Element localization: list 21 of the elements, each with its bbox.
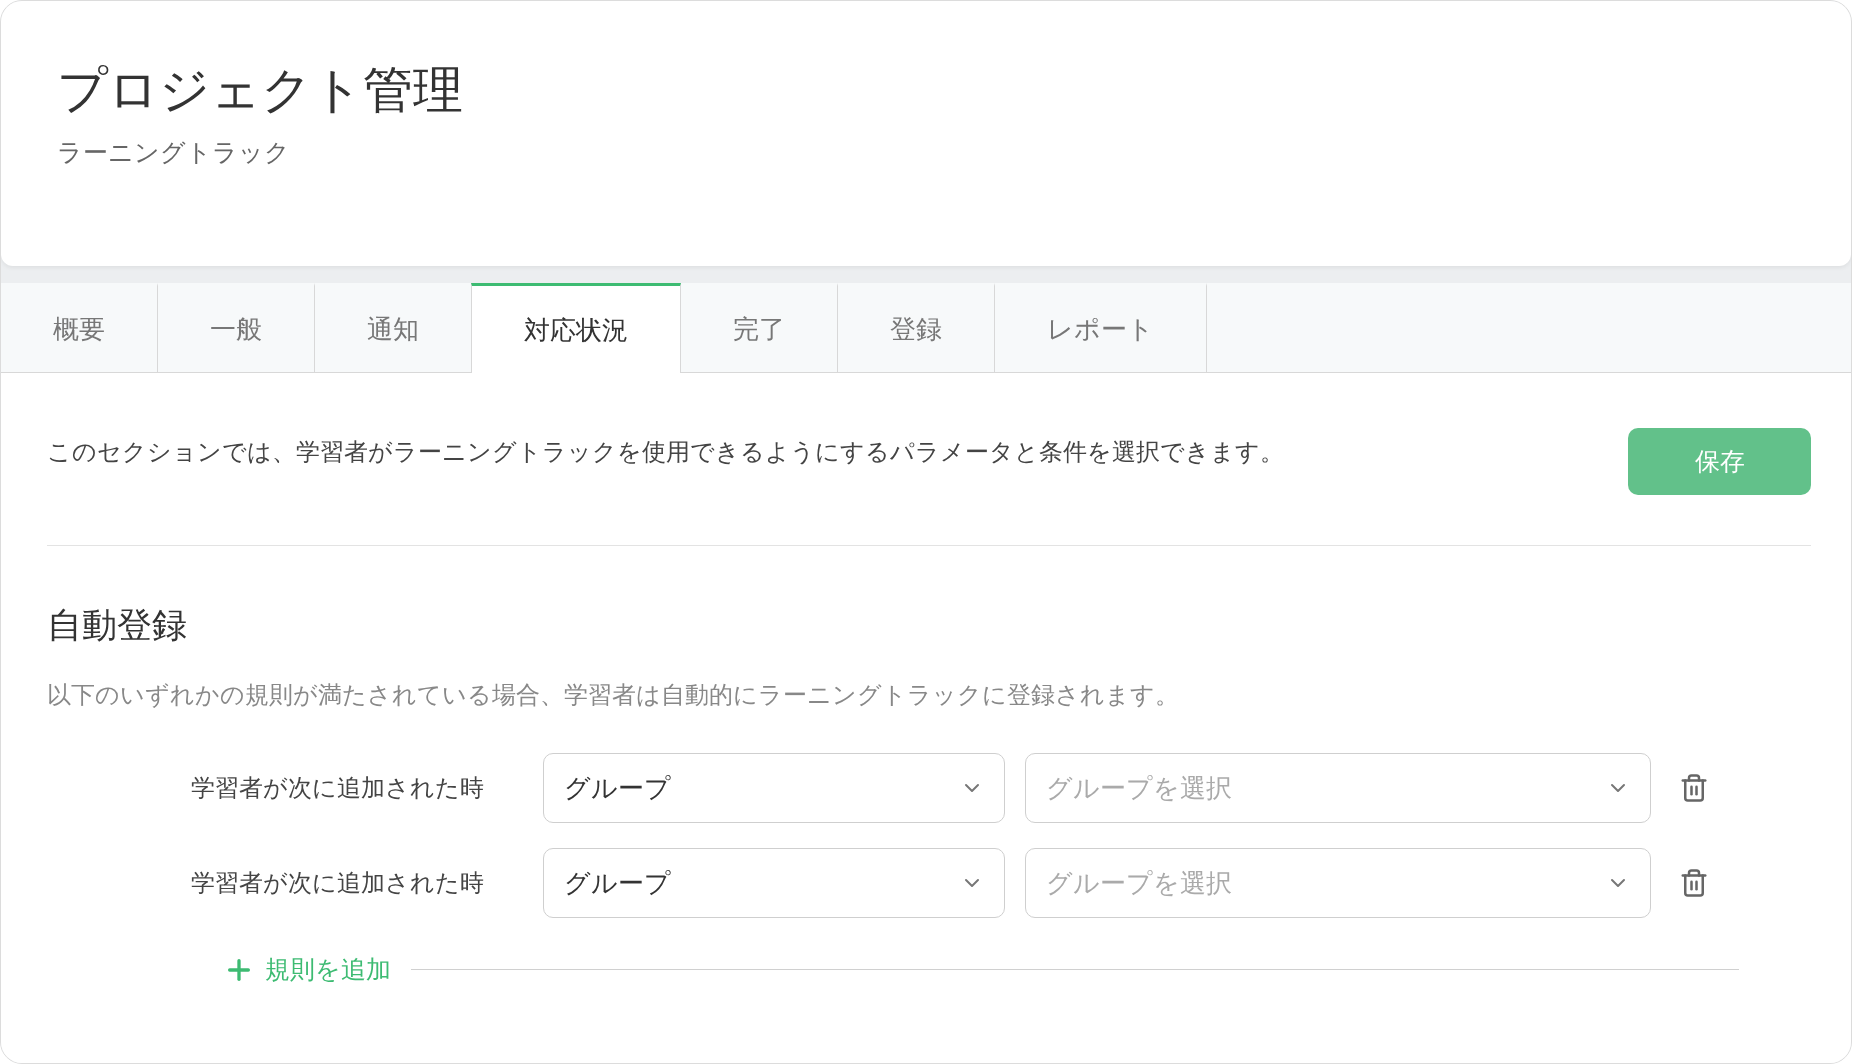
page-title: プロジェクト管理 <box>57 63 464 118</box>
rule-label: 学習者が次に追加された時 <box>191 773 485 804</box>
section-hint: 以下のいずれかの規則が満たされている場合、学習者は自動的にラーニングトラックに登録されます。 <box>47 680 1180 711</box>
tab[interactable]: 概要 <box>1 283 158 372</box>
group-select[interactable]: グループを選択 <box>1025 753 1651 823</box>
group-select[interactable]: グループを選択 <box>1025 848 1651 918</box>
rule-type-select[interactable]: グループ <box>543 753 1005 823</box>
section-description: このセクションでは、学習者がラーニングトラックを使用できるようにするパラメータと条件を選択できます。 <box>47 436 1284 468</box>
rule-type-select[interactable]: グループ <box>543 848 1005 918</box>
tab[interactable]: レポート <box>995 283 1207 372</box>
tab[interactable]: 登録 <box>838 283 995 372</box>
tab[interactable]: 対応状況 <box>471 283 681 374</box>
trash-icon[interactable] <box>1679 773 1709 803</box>
page-subtitle: ラーニングトラック <box>57 137 291 169</box>
add-rule-button[interactable]: 規則を追加 <box>223 953 391 986</box>
tab[interactable]: 完了 <box>681 283 838 372</box>
section-heading: 自動登録 <box>47 604 188 647</box>
save-button[interactable]: 保存 <box>1628 428 1811 495</box>
trash-icon[interactable] <box>1679 868 1709 898</box>
tab[interactable]: 一般 <box>158 283 315 372</box>
rule-label: 学習者が次に追加された時 <box>191 868 485 899</box>
